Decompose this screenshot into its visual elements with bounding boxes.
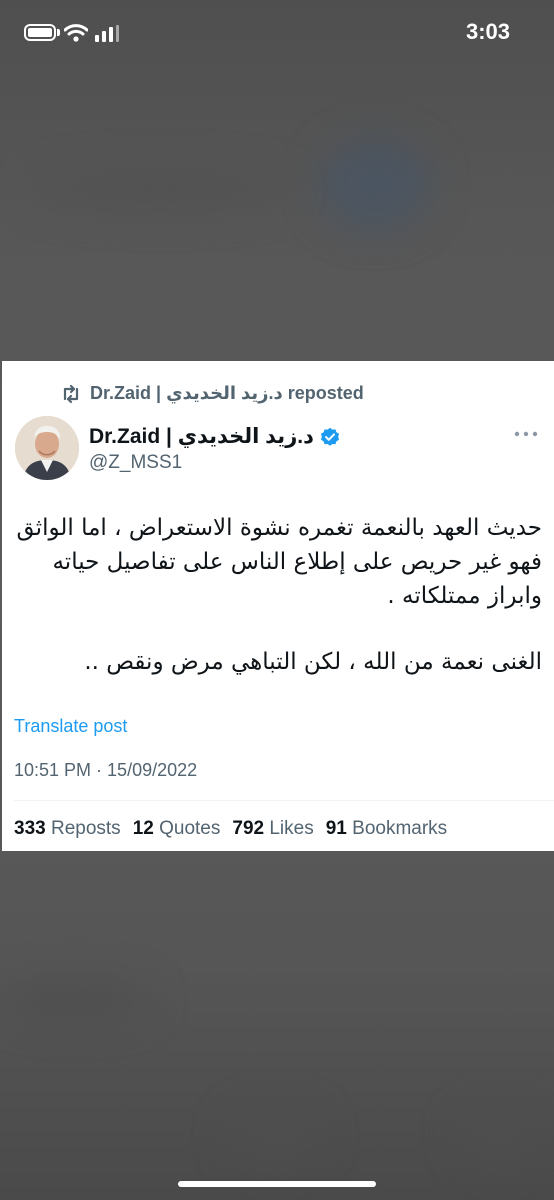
status-bar: 3:03 — [0, 0, 554, 66]
stat-label: Bookmarks — [352, 818, 448, 839]
wifi-icon — [64, 24, 88, 42]
author-name: Dr.Zaid | د.زيد الخديدي — [89, 425, 314, 448]
battery-tip — [57, 29, 60, 36]
engagement-stats: 333 Reposts 12 Quotes 792 Likes 91 Bookm… — [14, 818, 459, 840]
stat-label: Quotes — [159, 818, 221, 839]
battery-icon — [24, 24, 56, 41]
home-indicator[interactable] — [178, 1181, 376, 1187]
blurred-shape — [460, 1110, 540, 1160]
stat-count: 12 — [132, 818, 154, 839]
stat-count: 91 — [325, 818, 347, 839]
avatar-portrait-icon — [15, 416, 79, 480]
stat-label: Likes — [269, 818, 314, 839]
stat-bookmarks[interactable]: 91 Bookmarks — [326, 818, 447, 840]
blurred-shape — [30, 170, 290, 210]
avatar[interactable] — [15, 416, 79, 480]
more-options-icon[interactable] — [512, 427, 540, 441]
verified-badge-icon — [320, 427, 339, 446]
cellular-signal-icon — [95, 25, 119, 42]
blurred-shape — [320, 140, 430, 230]
stat-quotes[interactable]: 12 Quotes — [133, 818, 221, 840]
repost-icon — [63, 384, 79, 403]
divider — [14, 800, 554, 801]
stat-reposts[interactable]: 333 Reposts — [14, 818, 121, 840]
blurred-shape — [0, 980, 150, 1020]
tweet-paragraph: الغنى نعمة من الله ، لكن التباهي مرض ونق… — [84, 649, 542, 675]
blurred-shape — [230, 1110, 320, 1160]
tweet-card[interactable]: Dr.Zaid | د.زيد الخديدي reposted Dr.Zaid… — [2, 361, 554, 851]
author-name-row[interactable]: Dr.Zaid | د.زيد الخديدي — [89, 424, 340, 449]
translate-post-link[interactable]: Translate post — [14, 716, 127, 737]
stat-count: 792 — [232, 818, 265, 839]
stat-label: Reposts — [50, 818, 121, 839]
author-handle[interactable]: @Z_MSS1 — [89, 452, 182, 474]
tweet-paragraph: حديث العهد بالنعمة تغمره نشوة الاستعراض … — [16, 515, 543, 609]
tweet-text: حديث العهد بالنعمة تغمره نشوة الاستعراض … — [14, 511, 543, 679]
tweet-timestamp[interactable]: 10:51 PM · 15/09/2022 — [14, 760, 197, 781]
stat-likes[interactable]: 792 Likes — [232, 818, 313, 840]
repost-context[interactable]: Dr.Zaid | د.زيد الخديدي reposted — [60, 383, 364, 404]
status-time: 3:03 — [465, 19, 510, 44]
stat-count: 333 — [14, 818, 46, 839]
repost-label: Dr.Zaid | د.زيد الخديدي reposted — [90, 383, 364, 403]
